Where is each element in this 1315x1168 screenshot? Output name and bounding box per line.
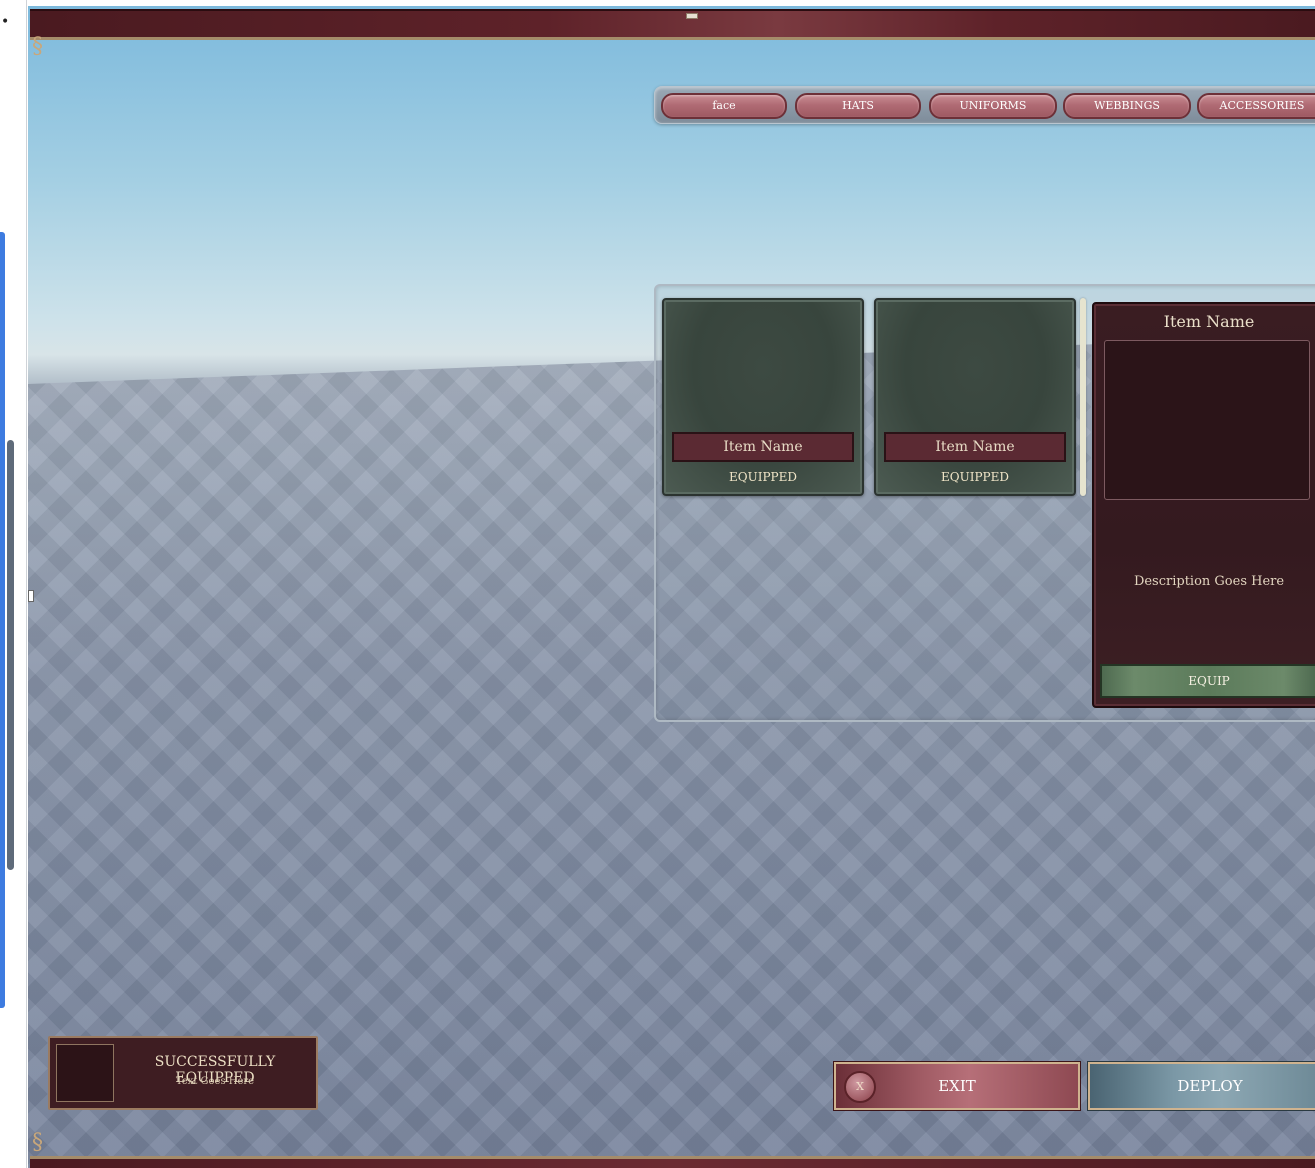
gutter-scrollbar[interactable]	[7, 440, 14, 870]
close-icon: X	[844, 1071, 876, 1103]
detail-item-name: Item Name	[1163, 312, 1255, 331]
notification-text: Text Goes Here	[175, 1076, 255, 1087]
equip-button[interactable]: EQUIP	[1100, 664, 1315, 698]
tab-accessories[interactable]: ACCESSORIES	[1197, 93, 1315, 119]
item-card-status: EQUIPPED	[729, 470, 797, 484]
exit-button[interactable]: X EXIT	[834, 1062, 1080, 1110]
detail-item-preview	[1104, 340, 1310, 500]
item-card-name: Item Name	[672, 432, 854, 462]
item-card-name: Item Name	[884, 432, 1066, 462]
grid-scrollbar[interactable]	[1080, 298, 1086, 496]
flourish-icon: §	[32, 1130, 43, 1155]
item-detail-panel: Item Name Description Goes Here EQUIP	[1092, 302, 1315, 708]
editor-gutter: •	[0, 0, 27, 1168]
item-card[interactable]: Item Name EQUIPPED	[874, 298, 1076, 496]
resize-handle[interactable]	[686, 13, 698, 19]
tab-webbings[interactable]: WEBBINGS	[1063, 93, 1191, 119]
tab-face[interactable]: face	[661, 93, 787, 119]
flourish-icon: §	[32, 34, 43, 59]
game-viewport: § face HATS UNIFORMS WEBBINGS ACCESSORIE…	[28, 6, 1315, 1168]
bottom-ornament-bar	[30, 1156, 1315, 1168]
detail-description: Description Goes Here	[1133, 574, 1285, 589]
equip-notification: SUCCESSFULLY EQUIPPED Text Goes Here	[48, 1036, 318, 1110]
gutter-marker: •	[1, 14, 10, 30]
notification-item-icon	[56, 1044, 114, 1102]
item-card[interactable]: Item Name EQUIPPED	[662, 298, 864, 496]
category-tabs: face HATS UNIFORMS WEBBINGS ACCESSORIES	[654, 86, 1315, 124]
tab-hats[interactable]: HATS	[795, 93, 921, 119]
tab-uniforms[interactable]: UNIFORMS	[929, 93, 1057, 119]
side-resize-handle[interactable]	[28, 590, 34, 602]
item-card-status: EQUIPPED	[941, 470, 1009, 484]
exit-label: EXIT	[938, 1077, 976, 1095]
gutter-selection-bar	[0, 232, 5, 1008]
deploy-button[interactable]: DEPLOY	[1088, 1062, 1315, 1110]
top-ornament-bar	[30, 9, 1315, 40]
